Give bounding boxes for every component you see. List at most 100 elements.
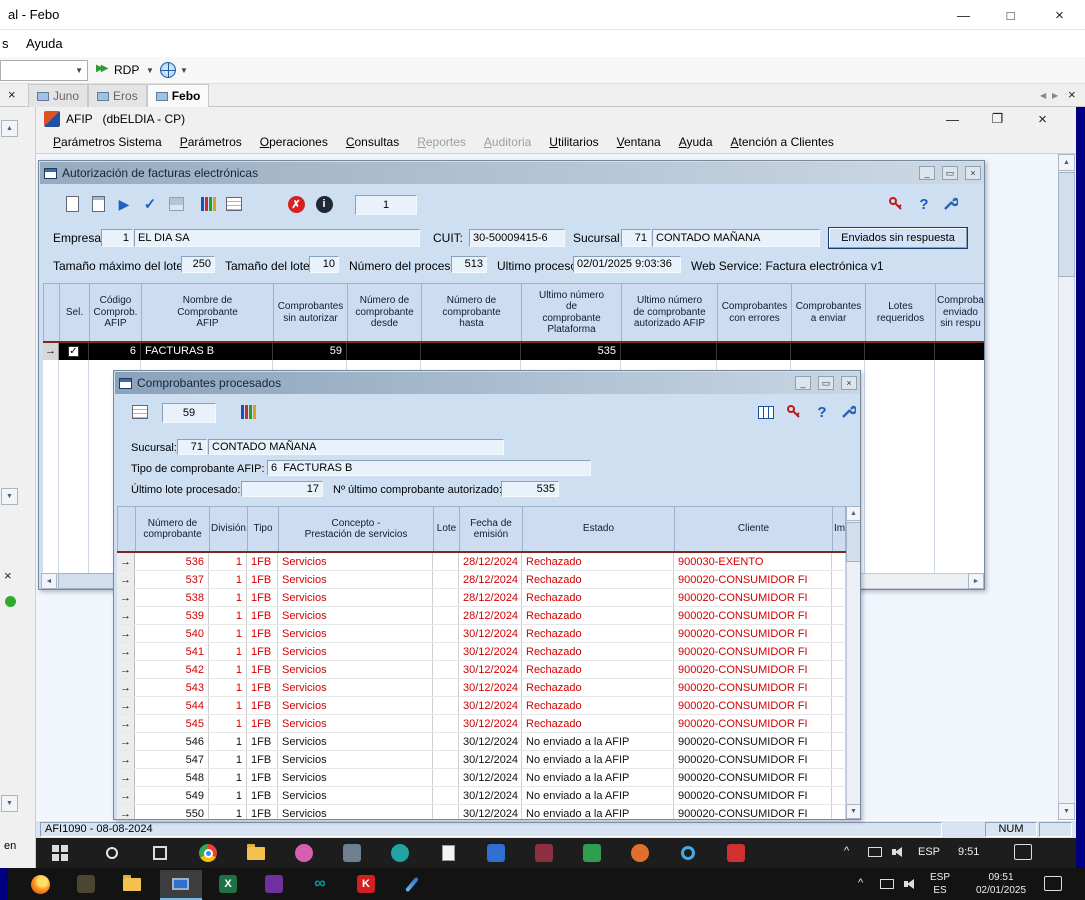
- taskbar-icon-firefox[interactable]: [28, 872, 52, 896]
- cancel-icon[interactable]: ✗: [285, 193, 307, 215]
- proceso-field[interactable]: 513: [451, 256, 487, 273]
- checkbox-checked-icon[interactable]: ✓: [68, 346, 79, 357]
- taskbar-icon-app-doc[interactable]: [436, 841, 460, 865]
- batch-bars-icon[interactable]: [237, 401, 259, 423]
- taskbar-icon-excel[interactable]: X: [216, 872, 240, 896]
- scroll-down-icon[interactable]: ▼: [1058, 803, 1075, 820]
- table-row[interactable]: →54211FBServicios30/12/2024Rechazado9000…: [117, 661, 846, 679]
- proc-close-button[interactable]: ×: [841, 376, 857, 390]
- export-sheet-icon[interactable]: [223, 193, 245, 215]
- taskbar-icon-app-k[interactable]: K: [354, 872, 378, 896]
- table-row[interactable]: →53811FBServicios28/12/2024Rechazado9000…: [117, 589, 846, 607]
- new-document-icon[interactable]: [61, 193, 83, 215]
- proc-minimize-button[interactable]: _: [795, 376, 811, 390]
- taskbar-icon-app-pen[interactable]: [400, 872, 424, 896]
- proc-counter-field[interactable]: 59: [162, 403, 216, 423]
- remote-lang-indicator[interactable]: ESP: [918, 846, 940, 858]
- menu-ventana[interactable]: Ventana: [608, 131, 670, 154]
- taskbar-icon-app-green[interactable]: [580, 841, 604, 865]
- sel-cell[interactable]: ✓: [59, 343, 89, 360]
- proc-lote-field[interactable]: 17: [241, 481, 323, 497]
- taskbar-icon-folder[interactable]: [120, 872, 144, 896]
- taskbar-icon-app-pink[interactable]: [292, 841, 316, 865]
- menu-consultas[interactable]: Consultas: [337, 131, 408, 154]
- proc-tipo-field[interactable]: 6 FACTURAS B: [267, 460, 591, 476]
- host-clock[interactable]: 09:51 02/01/2025: [966, 871, 1036, 897]
- tam-field[interactable]: 10: [309, 256, 339, 273]
- scroll-down-icon[interactable]: ▼: [1, 795, 18, 812]
- auth-selected-row[interactable]: →✓6FACTURAS B59535: [43, 343, 985, 360]
- taskbar-icon-app-maroon[interactable]: [532, 841, 556, 865]
- batch-bars-icon[interactable]: [197, 193, 219, 215]
- taskbar-icon-app-infinity[interactable]: ∞: [308, 872, 332, 896]
- network-icon[interactable]: [868, 847, 882, 857]
- enviados-sin-respuesta-button[interactable]: Enviados sin respuesta: [828, 227, 968, 249]
- table-row[interactable]: →54111FBServicios30/12/2024Rechazado9000…: [117, 643, 846, 661]
- taskbar-icon-task-view[interactable]: [148, 841, 172, 865]
- menu-operaciones[interactable]: Operaciones: [251, 131, 337, 154]
- notifications-icon[interactable]: [1014, 844, 1032, 860]
- table-row[interactable]: →54811FBServicios30/12/2024No enviado a …: [117, 769, 846, 787]
- network-icon[interactable]: [880, 879, 894, 889]
- scroll-up-icon[interactable]: ▲: [846, 506, 861, 521]
- scroll-down-icon[interactable]: ▼: [1, 488, 18, 505]
- taskbar-icon-app-dark[interactable]: [74, 872, 98, 896]
- ultimo-proceso-field[interactable]: 02/01/2025 9:03:36: [573, 256, 681, 273]
- taskbar-icon-mremoteng[interactable]: [168, 872, 192, 896]
- table-row[interactable]: →54711FBServicios30/12/2024No enviado a …: [117, 751, 846, 769]
- chevron-down-icon[interactable]: ▼: [146, 66, 154, 75]
- key-icon[interactable]: [783, 401, 805, 423]
- rdp-go-icon[interactable]: ▶▶: [96, 63, 105, 74]
- host-lang-indicator[interactable]: ESP ES: [930, 871, 950, 897]
- taskbar-icon-file-explorer[interactable]: [244, 841, 268, 865]
- proc-nro-autorizado-field[interactable]: 535: [501, 481, 559, 497]
- info-icon[interactable]: i: [313, 193, 335, 215]
- tam-max-field[interactable]: 250: [181, 256, 215, 273]
- table-row[interactable]: →54611FBServicios30/12/2024No enviado a …: [117, 733, 846, 751]
- scroll-left-icon[interactable]: ◄: [41, 573, 57, 589]
- connection-combo[interactable]: ▼: [0, 60, 88, 81]
- table-row[interactable]: →54011FBServicios30/12/2024Rechazado9000…: [117, 625, 846, 643]
- table-row[interactable]: →53911FBServicios28/12/2024Rechazado9000…: [117, 607, 846, 625]
- tools-icon[interactable]: [939, 193, 961, 215]
- tab-febo[interactable]: Febo: [147, 84, 210, 107]
- close-tab-icon[interactable]: ×: [8, 87, 16, 102]
- afip-close-button[interactable]: ×: [1020, 107, 1065, 131]
- taskbar-icon-app-blue[interactable]: [484, 841, 508, 865]
- cuit-field[interactable]: 30-50009415-6: [469, 229, 565, 247]
- globe-icon[interactable]: [160, 62, 176, 78]
- export-sheet-icon[interactable]: [129, 401, 151, 423]
- table-row[interactable]: →53711FBServicios28/12/2024Rechazado9000…: [117, 571, 846, 589]
- empresa-code-field[interactable]: 1: [101, 229, 133, 247]
- menu-ayuda[interactable]: Ayuda: [670, 131, 722, 154]
- taskbar-icon-app-slate[interactable]: [340, 841, 364, 865]
- maximize-button[interactable]: □: [987, 0, 1034, 30]
- table-row[interactable]: →55011FBServicios30/12/2024No enviado a …: [117, 805, 846, 820]
- remote-clock[interactable]: 9:51: [958, 846, 979, 858]
- close-button[interactable]: ×: [1034, 0, 1085, 30]
- menu-utilitarios[interactable]: Utilitarios: [540, 131, 607, 154]
- afip-minimize-button[interactable]: —: [930, 107, 975, 131]
- auth-minimize-button[interactable]: _: [919, 166, 935, 180]
- validate-icon[interactable]: ✓: [139, 193, 161, 215]
- tab-scroll-left-icon[interactable]: ◀: [1040, 91, 1046, 100]
- table-row[interactable]: →54511FBServicios30/12/2024Rechazado9000…: [117, 715, 846, 733]
- tab-eros[interactable]: Eros: [88, 84, 147, 107]
- scroll-down-icon[interactable]: ▼: [846, 804, 861, 819]
- sucursal-name-field[interactable]: CONTADO MAÑANA: [652, 229, 820, 247]
- remote-tray-expand-icon[interactable]: ^: [844, 845, 849, 857]
- mdi-vscroll-thumb[interactable]: [1058, 172, 1075, 277]
- taskbar-icon-start[interactable]: [48, 841, 72, 865]
- auth-counter-field[interactable]: 1: [355, 195, 417, 215]
- auth-close-button[interactable]: ×: [965, 166, 981, 180]
- proc-restore-button[interactable]: ▭: [818, 376, 834, 390]
- empresa-name-field[interactable]: EL DIA SA: [134, 229, 420, 247]
- auth-restore-button[interactable]: ▭: [942, 166, 958, 180]
- menu-atención-a-clientes[interactable]: Atención a Clientes: [722, 131, 843, 154]
- scroll-right-icon[interactable]: ►: [968, 573, 984, 589]
- save-icon[interactable]: [165, 193, 187, 215]
- taskbar-icon-app-lightblue[interactable]: [676, 841, 700, 865]
- menu-parámetros[interactable]: Parámetros: [171, 131, 251, 154]
- notifications-icon[interactable]: [1044, 876, 1062, 891]
- tab-scroll-right-icon[interactable]: ▶: [1052, 91, 1058, 100]
